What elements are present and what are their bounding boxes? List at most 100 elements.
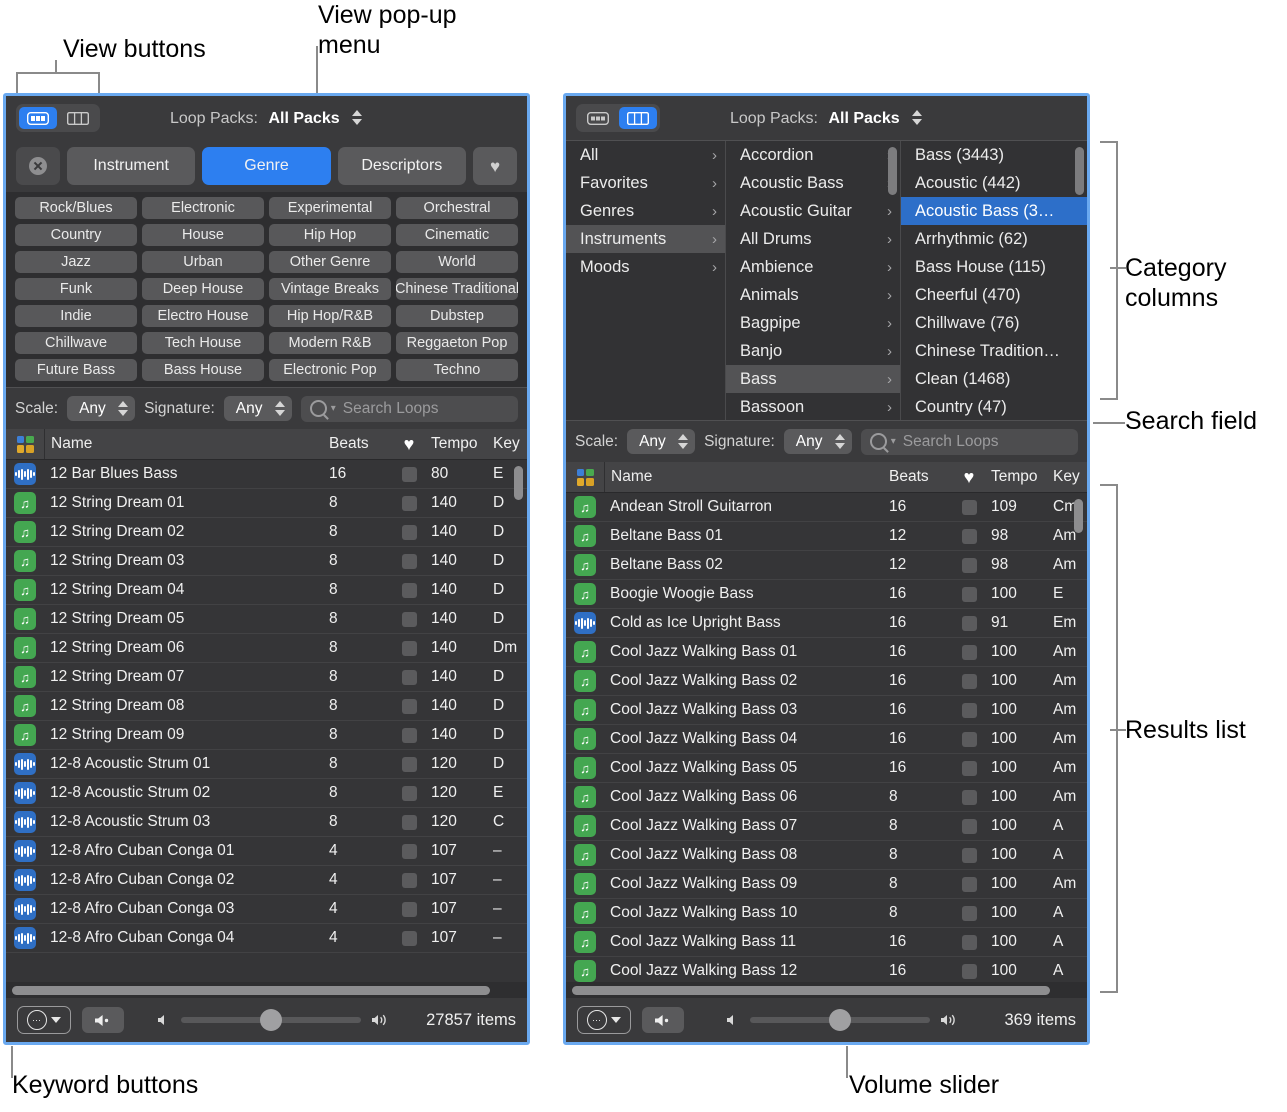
table-row[interactable]: ♫ Cool Jazz Walking Bass 11 16 100 A (566, 928, 1087, 957)
left-results-list[interactable]: 12 Bar Blues Bass 16 80 E ♫ 12 String Dream 0… (6, 460, 527, 982)
column-header-key[interactable]: Key (1053, 468, 1087, 486)
right-column-view-button[interactable] (619, 107, 657, 129)
keyword-button[interactable]: Chillwave (15, 332, 137, 354)
keyword-button[interactable]: Vintage Breaks (269, 278, 391, 300)
keyword-button[interactable]: Deep House (142, 278, 264, 300)
table-row[interactable]: ♫ Cool Jazz Walking Bass 09 8 100 Am (566, 870, 1087, 899)
row-favorite-checkbox[interactable] (387, 727, 431, 743)
left-search-field[interactable]: ▾ Search Loops (300, 395, 518, 422)
right-search-field[interactable]: ▾ Search Loops (860, 428, 1078, 455)
left-column-view-button[interactable] (59, 107, 97, 129)
row-favorite-checkbox[interactable] (947, 934, 991, 950)
row-favorite-checkbox[interactable] (947, 702, 991, 718)
keyword-button[interactable]: Techno (396, 359, 518, 381)
signature-popup[interactable]: Any (223, 396, 292, 421)
row-favorite-checkbox[interactable] (947, 789, 991, 805)
row-favorite-checkbox[interactable] (947, 673, 991, 689)
row-favorite-checkbox[interactable] (387, 930, 431, 946)
keyword-button[interactable]: House (142, 224, 264, 246)
category-column-item[interactable]: All › (566, 141, 725, 169)
table-row[interactable]: ♫ Beltane Bass 01 12 98 Am (566, 522, 1087, 551)
column-header-icon[interactable] (6, 435, 44, 453)
row-favorite-checkbox[interactable] (947, 818, 991, 834)
row-favorite-checkbox[interactable] (387, 698, 431, 714)
column-header-beats[interactable]: Beats (329, 435, 387, 453)
row-favorite-checkbox[interactable] (387, 640, 431, 656)
right-results-list[interactable]: ♫ Andean Stroll Guitarron 16 109 Cm ♫ Beltane … (566, 493, 1087, 982)
keyword-button[interactable]: Electronic Pop (269, 359, 391, 381)
right-button-view-button[interactable] (579, 107, 617, 129)
table-row[interactable]: ♫ Andean Stroll Guitarron 16 109 Cm (566, 493, 1087, 522)
row-favorite-checkbox[interactable] (387, 901, 431, 917)
category-column-item[interactable]: All Drums › (726, 225, 900, 253)
row-favorite-checkbox[interactable] (947, 731, 991, 747)
row-favorite-checkbox[interactable] (947, 586, 991, 602)
keyword-button[interactable]: Rock/Blues (15, 197, 137, 219)
right-horizontal-scrollbar[interactable] (572, 985, 1051, 995)
keyword-button[interactable]: Other Genre (269, 251, 391, 273)
table-row[interactable]: ♫ Cool Jazz Walking Bass 08 8 100 A (566, 841, 1087, 870)
table-row[interactable]: ♫ Cool Jazz Walking Bass 03 16 100 Am (566, 696, 1087, 725)
row-favorite-checkbox[interactable] (947, 876, 991, 892)
column-header-icon[interactable] (566, 468, 604, 486)
keyword-button[interactable]: Bass House (142, 359, 264, 381)
category-column-item[interactable]: Bass › (726, 365, 900, 393)
table-row[interactable]: ♫ Cool Jazz Walking Bass 06 8 100 Am (566, 783, 1087, 812)
table-row[interactable]: ♫ 12 String Dream 05 8 140 D (6, 605, 527, 634)
category-column-item[interactable]: Chinese Tradition… (901, 337, 1087, 365)
table-row[interactable]: ♫ Beltane Bass 02 12 98 Am (566, 551, 1087, 580)
column-header-tempo[interactable]: Tempo (431, 435, 493, 453)
table-row[interactable]: 12-8 Acoustic Strum 03 8 120 C (6, 808, 527, 837)
keyword-button[interactable]: Experimental (269, 197, 391, 219)
keyword-button[interactable]: Country (15, 224, 137, 246)
category-column-2[interactable]: Accordion›Acoustic Bass›Acoustic Guitar›… (726, 141, 901, 420)
category-column-item[interactable]: Banjo › (726, 337, 900, 365)
row-favorite-checkbox[interactable] (947, 528, 991, 544)
category-column-item[interactable]: Favorites › (566, 169, 725, 197)
keyword-button[interactable]: Chinese Traditional (396, 278, 518, 300)
table-row[interactable]: ♫ Boogie Woogie Bass 16 100 E (566, 580, 1087, 609)
table-row[interactable]: Cold as Ice Upright Bass 16 91 Em (566, 609, 1087, 638)
category-column-item[interactable]: Cheerful (470) (901, 281, 1087, 309)
left-button-view-button[interactable] (19, 107, 57, 129)
table-row[interactable]: ♫ 12 String Dream 04 8 140 D (6, 576, 527, 605)
category-button-instrument[interactable]: Instrument (67, 147, 196, 185)
row-favorite-checkbox[interactable] (947, 963, 991, 979)
category-column-item[interactable]: Moods › (566, 253, 725, 281)
reset-keywords-button[interactable] (16, 147, 60, 185)
table-row[interactable]: ♫ Cool Jazz Walking Bass 12 16 100 A (566, 957, 1087, 982)
table-row[interactable]: ♫ 12 String Dream 06 8 140 Dm (6, 634, 527, 663)
category-column-item[interactable]: Acoustic Bass› (726, 169, 900, 197)
category-column-1[interactable]: All › Favorites › Genres › Instruments › Moods › (566, 141, 726, 420)
table-row[interactable]: ♫ 12 String Dream 09 8 140 D (6, 721, 527, 750)
table-row[interactable]: ♫ Cool Jazz Walking Bass 05 16 100 Am (566, 754, 1087, 783)
table-row[interactable]: 12-8 Acoustic Strum 01 8 120 D (6, 750, 527, 779)
row-favorite-checkbox[interactable] (947, 557, 991, 573)
row-favorite-checkbox[interactable] (387, 611, 431, 627)
table-row[interactable]: ♫ Cool Jazz Walking Bass 10 8 100 A (566, 899, 1087, 928)
keyword-button[interactable]: Electro House (142, 305, 264, 327)
right-preview-mute-button[interactable] (642, 1007, 684, 1033)
column-header-tempo[interactable]: Tempo (991, 468, 1053, 486)
column-header-name[interactable]: Name (605, 468, 889, 486)
table-row[interactable]: 12-8 Afro Cuban Conga 02 4 107 – (6, 866, 527, 895)
table-row[interactable]: 12-8 Acoustic Strum 02 8 120 E (6, 779, 527, 808)
table-row[interactable]: ♫ 12 String Dream 07 8 140 D (6, 663, 527, 692)
right-vertical-scrollbar[interactable] (1074, 499, 1083, 533)
right-action-menu-button[interactable]: ⋯ (577, 1006, 631, 1034)
keyword-button[interactable]: Tech House (142, 332, 264, 354)
keyword-button[interactable]: Dubstep (396, 305, 518, 327)
row-favorite-checkbox[interactable] (387, 814, 431, 830)
row-favorite-checkbox[interactable] (387, 872, 431, 888)
right-volume-slider-knob[interactable] (829, 1009, 852, 1031)
row-favorite-checkbox[interactable] (947, 847, 991, 863)
row-favorite-checkbox[interactable] (387, 466, 431, 482)
category-column-item[interactable]: Country (47) (901, 393, 1087, 420)
category-column-item[interactable]: Accordion› (726, 141, 900, 169)
keyword-button[interactable]: Reggaeton Pop (396, 332, 518, 354)
keyword-button[interactable]: Orchestral (396, 197, 518, 219)
category-column-item[interactable]: Bassoon › (726, 393, 900, 420)
row-favorite-checkbox[interactable] (387, 669, 431, 685)
row-favorite-checkbox[interactable] (387, 582, 431, 598)
table-row[interactable]: 12-8 Afro Cuban Conga 04 4 107 – (6, 924, 527, 953)
